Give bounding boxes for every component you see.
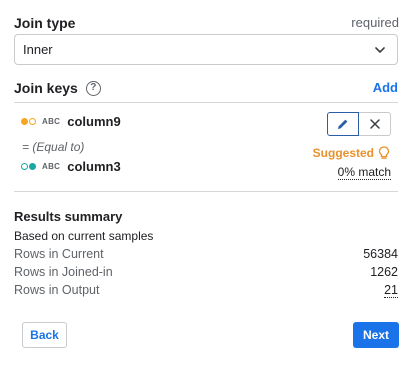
results-summary-title: Results summary (14, 209, 123, 224)
result-label: Rows in Current (14, 247, 104, 261)
required-indicator: required (351, 15, 399, 30)
join-type-label: Join type (14, 15, 76, 31)
string-type-icon: ABC (42, 162, 61, 171)
join-relation-text: = (Equal to) (22, 140, 85, 154)
join-type-select[interactable]: Inner (14, 34, 398, 65)
right-join-key: ABC column3 (21, 159, 121, 174)
key-actions (327, 112, 391, 136)
result-value: 56384 (363, 247, 398, 261)
result-row-current: Rows in Current 56384 (14, 247, 398, 261)
next-button[interactable]: Next (353, 322, 399, 348)
match-percentage[interactable]: 0% match (337, 165, 391, 180)
join-keys-header: Join keys ? (14, 80, 101, 96)
right-key-column-name: column3 (67, 159, 121, 174)
result-value: 1262 (370, 265, 398, 279)
lightbulb-icon (378, 146, 390, 159)
close-icon (369, 119, 380, 129)
result-value[interactable]: 21 (384, 283, 398, 298)
remove-join-key-button[interactable] (359, 112, 391, 136)
results-summary-subtitle: Based on current samples (14, 229, 154, 243)
suggested-label: Suggested (312, 146, 374, 160)
join-panel: Join type required Inner Join keys ? Add… (0, 0, 412, 366)
suggested-badge: Suggested (313, 146, 390, 160)
join-type-selected-value: Inner (23, 42, 53, 57)
result-label: Rows in Joined-in (14, 265, 113, 279)
chevron-down-icon (375, 46, 385, 53)
right-dataset-dots-icon (21, 163, 36, 170)
left-key-column-name: column9 (67, 114, 121, 129)
help-circle-icon[interactable]: ? (85, 80, 101, 96)
left-join-key: ABC column9 (21, 114, 121, 129)
left-dataset-dots-icon (21, 118, 36, 125)
pencil-icon (338, 119, 348, 129)
add-join-key-link[interactable]: Add (373, 80, 398, 95)
divider (14, 102, 398, 103)
back-button[interactable]: Back (22, 322, 67, 348)
join-keys-label: Join keys (14, 80, 78, 96)
edit-join-key-button[interactable] (327, 112, 359, 136)
result-row-output: Rows in Output 21 (14, 283, 398, 298)
result-label: Rows in Output (14, 283, 100, 297)
divider (14, 191, 398, 192)
result-row-joined-in: Rows in Joined-in 1262 (14, 265, 398, 279)
string-type-icon: ABC (42, 117, 61, 126)
